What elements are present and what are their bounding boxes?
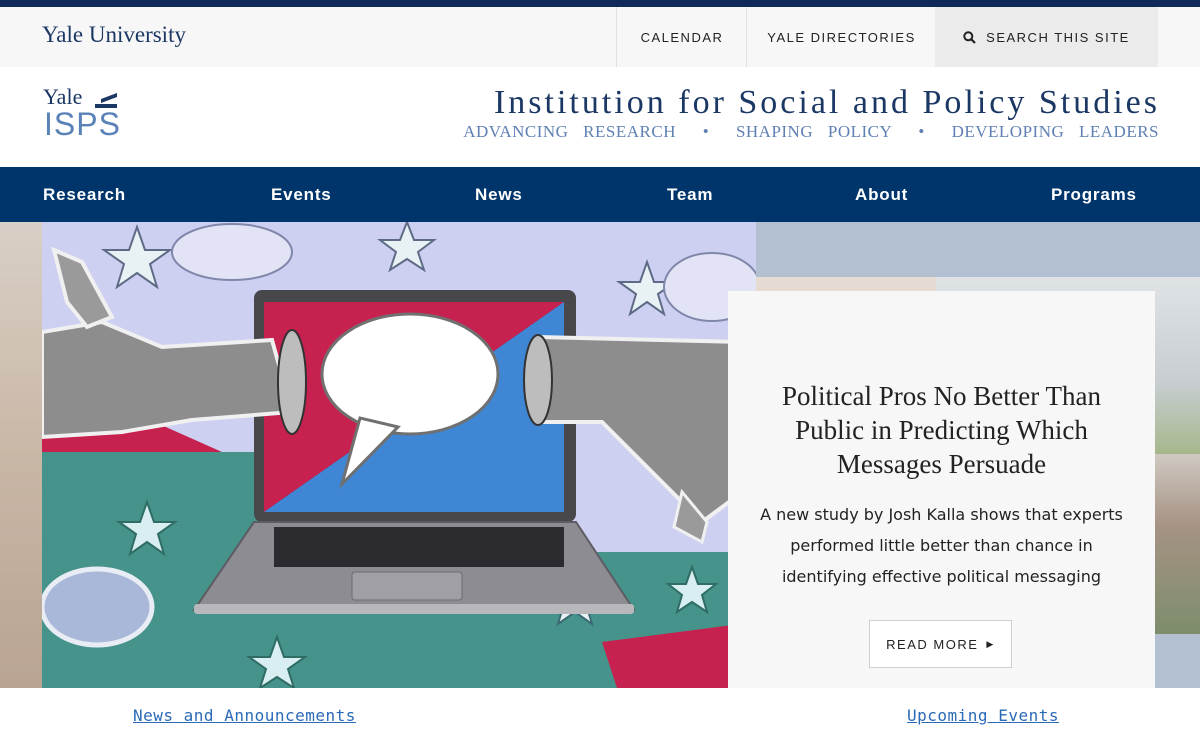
tagline-part-3: DEVELOPING LEADERS: [951, 122, 1159, 141]
upcoming-events-link[interactable]: Upcoming Events: [907, 706, 1059, 725]
feature-story-card: Political Pros No Better Than Public in …: [728, 291, 1155, 688]
calendar-link[interactable]: CALENDAR: [616, 7, 747, 67]
logo-isps-text: ISPS: [44, 106, 121, 142]
nav-team[interactable]: Team: [667, 167, 713, 222]
top-accent-strip: [0, 0, 1200, 7]
yale-directories-link[interactable]: YALE DIRECTORIES: [746, 7, 936, 67]
logo-yale-text: Yale: [43, 84, 83, 109]
search-icon: [963, 30, 976, 44]
tagline-separator: •: [702, 122, 710, 141]
read-more-button[interactable]: READ MORE ▶: [869, 620, 1012, 668]
laptop-speech-bubble-illustration: [42, 222, 756, 688]
read-more-label: READ MORE: [886, 636, 979, 652]
nav-events[interactable]: Events: [271, 167, 332, 222]
tagline-part-2: SHAPING POLICY: [735, 122, 892, 141]
feature-image[interactable]: [42, 222, 756, 688]
search-button[interactable]: SEARCH THIS SITE: [935, 7, 1158, 67]
search-label: SEARCH THIS SITE: [986, 29, 1130, 45]
institution-tagline: ADVANCING RESEARCH • SHAPING POLICY • DE…: [463, 122, 1159, 142]
tagline-part-1: ADVANCING RESEARCH: [463, 122, 676, 141]
triangle-right-icon: ▶: [986, 638, 995, 649]
nav-news[interactable]: News: [475, 167, 523, 222]
nav-about[interactable]: About: [855, 167, 908, 222]
feature-description: A new study by Josh Kalla shows that exp…: [760, 505, 1123, 586]
hero-side-panel: [756, 222, 1200, 277]
institution-title[interactable]: Institution for Social and Policy Studie…: [494, 84, 1160, 122]
tagline-separator: •: [918, 122, 925, 141]
main-navigation: Research Events News Team About Programs: [0, 167, 1200, 222]
yale-university-link[interactable]: Yale University: [42, 22, 186, 48]
feature-title[interactable]: Political Pros No Better Than Public in …: [758, 379, 1125, 481]
nav-programs[interactable]: Programs: [1051, 167, 1137, 222]
nav-research[interactable]: Research: [43, 167, 126, 222]
isps-logo[interactable]: Yale ISPS: [43, 84, 123, 143]
hero-side-photo: [1155, 454, 1200, 634]
news-and-announcements-link[interactable]: News and Announcements: [133, 706, 356, 725]
hero-side-panel: [1155, 634, 1200, 688]
hero-side-photo-left: [0, 222, 42, 688]
